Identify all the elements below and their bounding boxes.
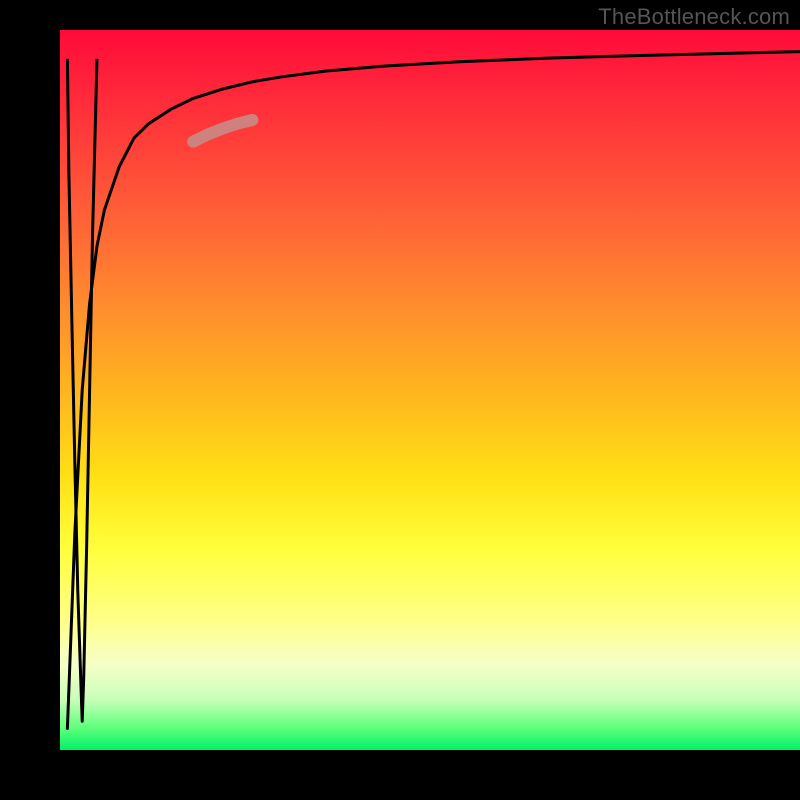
plot-area [60, 30, 800, 750]
curve-group [67, 52, 800, 729]
chart-frame: TheBottleneck.com [0, 0, 800, 800]
curve-layer [60, 30, 800, 750]
highlight-segment-path [193, 120, 252, 142]
main-curve-path [67, 52, 800, 729]
watermark-text: TheBottleneck.com [598, 4, 790, 30]
